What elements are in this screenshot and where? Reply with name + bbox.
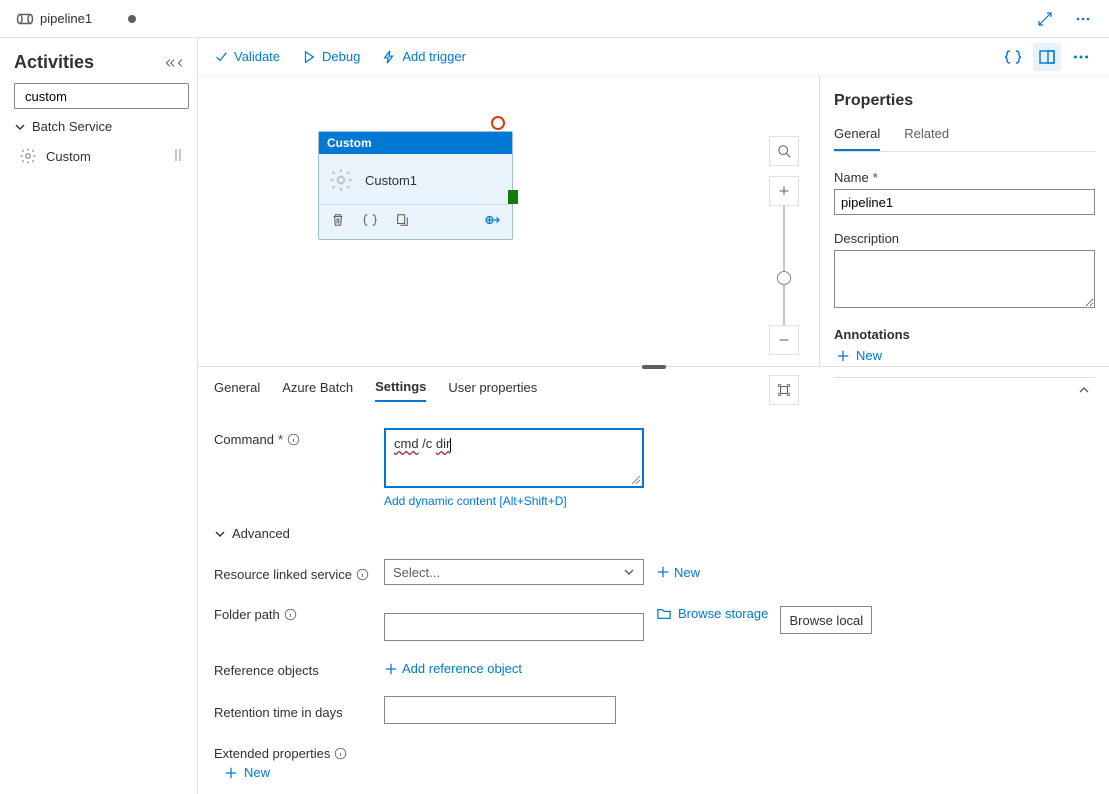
- props-tab-general[interactable]: General: [834, 126, 880, 151]
- copy-icon[interactable]: [393, 211, 411, 229]
- search-input[interactable]: [25, 89, 201, 104]
- sidebar-title: Activities: [14, 52, 94, 73]
- panel-collapse-icon[interactable]: [1077, 383, 1091, 400]
- plus-icon: [656, 565, 670, 579]
- rls-select[interactable]: Select...: [384, 559, 644, 585]
- validation-error-icon[interactable]: [491, 116, 505, 130]
- bp-tab-settings[interactable]: Settings: [375, 379, 426, 402]
- bp-tab-azure-batch[interactable]: Azure Batch: [282, 380, 353, 401]
- props-desc-input[interactable]: [834, 250, 1095, 308]
- info-icon[interactable]: [284, 608, 297, 621]
- browse-storage-button[interactable]: Browse storage: [656, 606, 768, 621]
- drag-handle-icon: [173, 148, 185, 165]
- more-toolbar-icon[interactable]: [1067, 43, 1095, 71]
- zoom-search-icon[interactable]: [769, 136, 799, 166]
- props-name-input[interactable]: [834, 189, 1095, 215]
- add-ref-obj-button[interactable]: Add reference object: [384, 661, 522, 676]
- pipeline-icon: [16, 12, 34, 26]
- add-trigger-button[interactable]: Add trigger: [380, 45, 468, 68]
- retention-input[interactable]: [384, 696, 616, 724]
- fullscreen-icon[interactable]: [1031, 5, 1059, 33]
- folder-icon: [656, 607, 672, 621]
- activity-node-custom1[interactable]: Custom Custom1: [318, 131, 513, 240]
- gear-icon: [327, 166, 355, 194]
- sidebar-collapse-icon[interactable]: [163, 56, 187, 70]
- chevron-down-icon: [623, 566, 635, 578]
- tab-pipeline1[interactable]: pipeline1: [8, 7, 144, 30]
- node-name: Custom1: [365, 173, 417, 188]
- panel-resize-handle[interactable]: [642, 365, 666, 369]
- properties-toggle-icon[interactable]: [1033, 43, 1061, 71]
- folder-label: Folder path: [214, 603, 384, 622]
- props-annotations-label: Annotations: [834, 327, 1095, 342]
- props-desc-label: Description: [834, 231, 1095, 246]
- info-icon[interactable]: [334, 747, 347, 760]
- add-connection-icon[interactable]: [484, 211, 502, 229]
- category-batch-service[interactable]: Batch Service: [14, 109, 189, 140]
- tab-modified-dot[interactable]: [128, 15, 136, 23]
- ext-props-new-button[interactable]: New: [224, 765, 270, 780]
- play-icon: [302, 50, 316, 64]
- gear-icon: [18, 146, 38, 166]
- check-icon: [214, 50, 228, 64]
- bp-tab-general[interactable]: General: [214, 380, 260, 401]
- props-tab-related[interactable]: Related: [904, 126, 949, 151]
- ext-props-label: Extended properties: [214, 742, 347, 761]
- debug-button[interactable]: Debug: [300, 45, 362, 68]
- zoom-in-icon[interactable]: [769, 176, 799, 206]
- props-name-label: Name*: [834, 170, 1095, 185]
- node-type-label: Custom: [319, 132, 512, 154]
- more-icon[interactable]: [1069, 5, 1097, 33]
- activity-custom[interactable]: Custom: [14, 140, 189, 172]
- zoom-out-icon[interactable]: [769, 325, 799, 355]
- rls-new-button[interactable]: New: [656, 565, 700, 580]
- tab-bar: pipeline1: [0, 0, 1109, 38]
- command-label: Command*: [214, 428, 384, 447]
- activities-sidebar: Activities Batch Service Custom: [0, 38, 198, 794]
- dynamic-content-link[interactable]: Add dynamic content [Alt+Shift+D]: [384, 494, 764, 508]
- plus-icon: [384, 662, 398, 676]
- bp-tab-user-props[interactable]: User properties: [448, 380, 537, 401]
- json-view-icon[interactable]: [999, 43, 1027, 71]
- pipeline-toolbar: Validate Debug Add trigger: [198, 38, 1109, 76]
- success-connector[interactable]: [508, 190, 518, 204]
- browse-local-button[interactable]: Browse local: [780, 606, 872, 634]
- chevron-down-icon: [14, 121, 26, 133]
- delete-icon[interactable]: [329, 211, 347, 229]
- bottom-panel: General Azure Batch Settings User proper…: [198, 366, 1109, 794]
- plus-icon: [224, 766, 238, 780]
- design-canvas[interactable]: Custom Custom1: [198, 76, 819, 366]
- folder-path-input[interactable]: [384, 613, 644, 641]
- tab-label: pipeline1: [40, 11, 92, 26]
- json-icon[interactable]: [361, 211, 379, 229]
- advanced-toggle[interactable]: Advanced: [214, 526, 1093, 541]
- properties-title: Properties: [834, 92, 1095, 110]
- zoom-slider[interactable]: [783, 206, 785, 272]
- rls-label: Resource linked service: [214, 563, 384, 582]
- ref-obj-label: Reference objects: [214, 659, 384, 678]
- info-icon[interactable]: [287, 433, 300, 446]
- zoom-knob[interactable]: [777, 271, 791, 285]
- plus-icon: [836, 349, 850, 363]
- validate-button[interactable]: Validate: [212, 45, 282, 68]
- activities-search[interactable]: [14, 83, 189, 109]
- properties-panel: Properties General Related Name* Descrip…: [819, 76, 1109, 366]
- info-icon[interactable]: [356, 568, 369, 581]
- command-textarea[interactable]: cmd /c dir: [384, 428, 644, 488]
- bolt-icon: [382, 50, 396, 64]
- chevron-down-icon: [214, 528, 226, 540]
- retention-label: Retention time in days: [214, 701, 384, 720]
